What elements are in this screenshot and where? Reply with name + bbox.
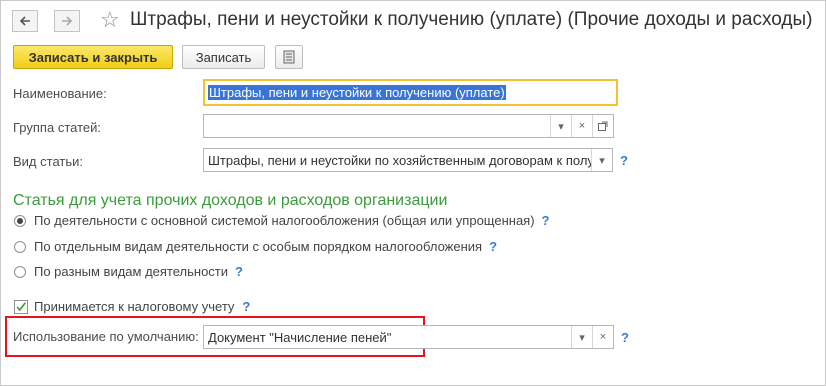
radio-button[interactable] (14, 214, 26, 227)
clear-icon[interactable]: × (592, 326, 613, 348)
checkmark-icon (16, 301, 26, 311)
radio-button[interactable] (14, 240, 26, 253)
group-label: Группа статей: (13, 120, 101, 135)
radio-label: По отдельным видам деятельности с особым… (34, 239, 483, 254)
default-usage-label: Использование по умолчанию: (13, 329, 199, 344)
name-label: Наименование: (13, 86, 107, 101)
radio-label: По деятельности с основной системой нало… (34, 213, 535, 228)
radio-label: По разным видам деятельности (34, 264, 229, 279)
section-title: Статья для учета прочих доходов и расход… (13, 192, 448, 209)
default-usage-select[interactable]: Документ "Начисление пеней" ▾ × (203, 325, 614, 349)
kind-value: Штрафы, пени и неустойки по хозяйственны… (208, 152, 591, 168)
default-usage-value: Документ "Начисление пеней" (208, 329, 392, 345)
help-icon[interactable]: ? (242, 299, 250, 314)
back-button[interactable] (12, 10, 38, 32)
tax-accounting-checkbox[interactable] (14, 299, 28, 314)
document-list-icon (283, 50, 295, 64)
kind-label: Вид статьи: (13, 154, 83, 169)
tax-accounting-checkbox-row[interactable]: Принимается к налоговому учету ? (14, 299, 250, 314)
window-title: Штрафы, пени и неустойки к получению (уп… (130, 9, 813, 30)
help-icon[interactable]: ? (489, 239, 497, 254)
favorite-star-icon[interactable]: ☆ (100, 9, 120, 31)
radio-button[interactable] (14, 265, 26, 278)
radio-various-activities[interactable]: По разным видам деятельности ? (14, 264, 243, 279)
help-icon[interactable]: ? (542, 213, 550, 228)
more-actions-button[interactable] (275, 45, 303, 69)
help-icon[interactable]: ? (620, 153, 628, 168)
radio-main-taxation[interactable]: По деятельности с основной системой нало… (14, 213, 550, 228)
help-icon[interactable]: ? (235, 264, 243, 279)
tax-accounting-label: Принимается к налоговому учету (34, 299, 235, 314)
open-icon[interactable] (592, 115, 613, 137)
arrow-right-icon (62, 16, 73, 26)
name-value: Штрафы, пени и неустойки к получению (уп… (208, 85, 506, 100)
arrow-left-icon (19, 16, 30, 26)
save-button[interactable]: Записать (182, 45, 265, 69)
forward-button[interactable] (54, 10, 80, 32)
radio-special-taxation[interactable]: По отдельным видам деятельности с особым… (14, 239, 497, 254)
dropdown-arrow-icon[interactable]: ▾ (571, 326, 592, 348)
dropdown-arrow-icon[interactable]: ▾ (550, 115, 571, 137)
kind-select[interactable]: Штрафы, пени и неустойки по хозяйственны… (203, 148, 613, 172)
save-and-close-button[interactable]: Записать и закрыть (13, 45, 173, 69)
clear-icon[interactable]: × (571, 115, 592, 137)
group-input[interactable]: ▾ × (203, 114, 614, 138)
dropdown-arrow-icon[interactable]: ▾ (591, 149, 612, 171)
name-input[interactable]: Штрафы, пени и неустойки к получению (уп… (203, 79, 618, 106)
help-icon[interactable]: ? (621, 330, 629, 345)
